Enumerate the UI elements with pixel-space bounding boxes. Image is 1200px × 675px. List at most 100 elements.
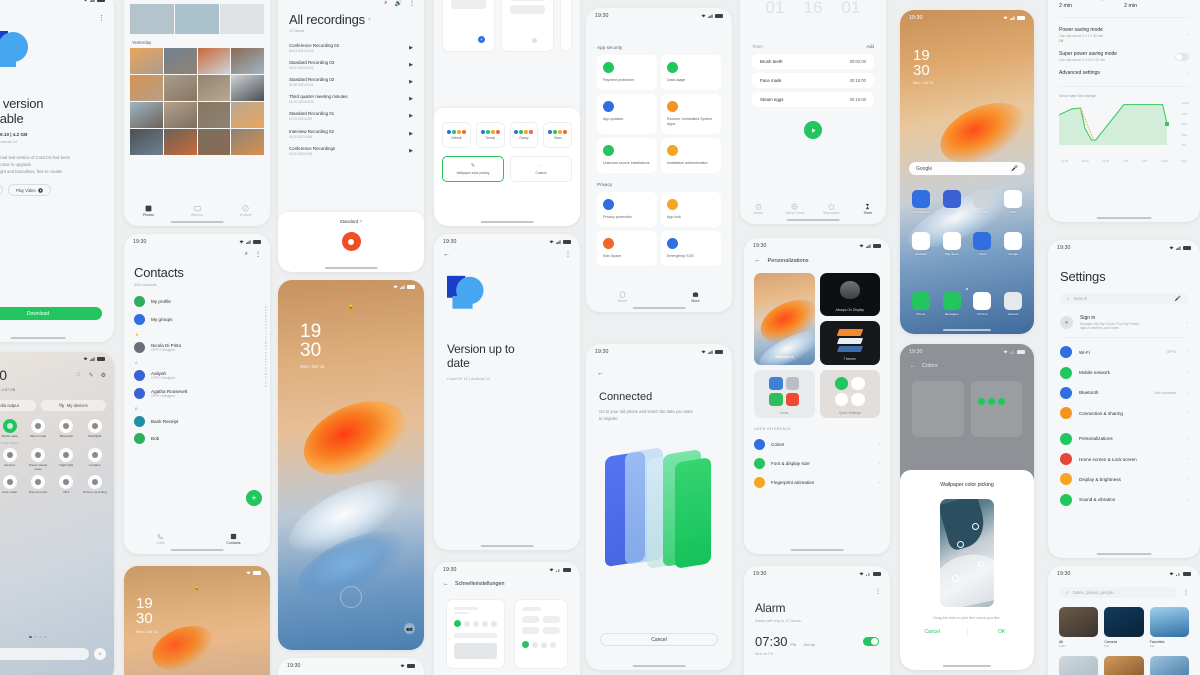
edit-icon[interactable]: ✎ bbox=[89, 372, 94, 379]
gallery-thumb[interactable] bbox=[197, 75, 231, 101]
app-security-card[interactable]: Recover Uninstalled System Apps bbox=[661, 94, 721, 135]
brightness-slider[interactable] bbox=[0, 648, 89, 660]
recording-row[interactable]: Standard Recording 01 07:20 2021/10/9 ▶ bbox=[289, 108, 413, 125]
recording-row[interactable]: Conference Recordings 01:20 2021/10/8 ▶ bbox=[289, 142, 413, 159]
media-output-button[interactable]: Media output bbox=[0, 400, 36, 411]
tab-more[interactable]: More bbox=[659, 291, 732, 303]
settings-item-sound-vibration[interactable]: Sound & vibration › bbox=[1060, 490, 1188, 510]
album-thumb[interactable] bbox=[1149, 656, 1189, 675]
sign-in-row[interactable]: ● Sign in Manage HeyTap Cloud, Find My P… bbox=[1048, 304, 1200, 330]
tab-photos[interactable]: Photos bbox=[124, 205, 173, 217]
contacts-index-letter[interactable]: # bbox=[265, 385, 266, 389]
photos-search-input[interactable]: ⌕ Dates, places, people... bbox=[1059, 587, 1177, 598]
home-app-messages[interactable]: Messages bbox=[939, 292, 965, 316]
contact-row[interactable]: Bob bbox=[134, 430, 260, 447]
tab-stopwatch[interactable]: Stopwatch bbox=[813, 203, 850, 215]
page-dot[interactable] bbox=[34, 635, 37, 638]
qs-tile-silent-mode[interactable]: Silent mode bbox=[25, 419, 51, 445]
recording-row[interactable]: Third quarter meeting minutes 01:20 2021/… bbox=[289, 91, 413, 108]
recording-row[interactable]: Standard Recording 02 01:26 2021/10/11 ▶ bbox=[289, 73, 413, 90]
contact-row[interactable]: My groups bbox=[134, 310, 260, 327]
cancel-button[interactable]: Cancel bbox=[600, 633, 718, 646]
playback-speed-icon[interactable]: 🔊 bbox=[395, 0, 402, 7]
gallery-thumb[interactable] bbox=[231, 75, 264, 101]
personalizations-row[interactable]: Fingerprint animation › bbox=[754, 473, 880, 492]
timer-digit[interactable]: 16 bbox=[804, 0, 823, 18]
home-app-google[interactable]: Google bbox=[1000, 232, 1026, 256]
battery-setting-row[interactable]: Advanced settings › bbox=[1059, 66, 1189, 80]
play-icon[interactable]: ▶ bbox=[409, 45, 413, 51]
play-icon[interactable]: ▶ bbox=[409, 79, 413, 85]
recording-row[interactable]: Conference Recording 02 00:24 2021/10/11 ▶ bbox=[289, 39, 413, 56]
qs-tile-screen-recording[interactable]: Screen recording bbox=[82, 474, 108, 495]
gallery-thumb[interactable] bbox=[197, 129, 231, 155]
home-indicator[interactable] bbox=[480, 545, 534, 547]
chevron-down-icon[interactable]: ▾ bbox=[368, 17, 371, 23]
home-indicator[interactable] bbox=[942, 329, 992, 331]
my-devices-button[interactable]: My devices bbox=[40, 400, 106, 411]
photo-album-favorites[interactable]: Favorites 332 bbox=[1149, 607, 1189, 648]
play-video-button[interactable]: Play Video bbox=[7, 184, 51, 197]
timer-digit[interactable]: 01 bbox=[842, 0, 861, 18]
colors-preview-2[interactable] bbox=[970, 381, 1022, 437]
tab-world-clock[interactable]: World Clock bbox=[777, 203, 814, 215]
contact-row[interactable]: Bank Receipt bbox=[134, 413, 260, 430]
contacts-index[interactable]: ☆ A B C D E F G H I J K L M N O P Q R S T U V W X Y Z # bbox=[265, 303, 267, 389]
color-dot-2[interactable] bbox=[957, 541, 964, 548]
play-icon[interactable]: ▶ bbox=[409, 131, 413, 137]
settings-item-home-screen-lock-screen[interactable]: Home screen & Lock screen › bbox=[1060, 449, 1188, 469]
home-indicator[interactable] bbox=[632, 665, 686, 667]
gallery-thumb[interactable] bbox=[175, 4, 219, 34]
gallery-thumb[interactable] bbox=[130, 48, 163, 74]
qs-tile-camera[interactable]: Camera bbox=[0, 447, 23, 472]
record-button[interactable] bbox=[341, 232, 361, 251]
theme-preset-trendy[interactable]: Trendy bbox=[475, 122, 505, 148]
tab-home[interactable]: Home bbox=[586, 290, 659, 303]
overflow-menu-icon[interactable]: ⋮ bbox=[409, 0, 415, 7]
timer-digit[interactable]: 01 bbox=[766, 0, 785, 18]
settings-item-bluetooth[interactable]: Bluetooth Not connected › bbox=[1060, 383, 1188, 403]
privacy-card[interactable]: Kids Space bbox=[597, 231, 657, 267]
timer-preset-row[interactable]: Face mask 00:15:00 bbox=[752, 73, 874, 88]
theme-option-custom[interactable]: ◌ Custom bbox=[510, 156, 572, 182]
home-app-chat[interactable]: Chat bbox=[970, 232, 996, 256]
app-security-card[interactable]: App updates bbox=[597, 94, 657, 135]
ok-button[interactable]: OK bbox=[970, 629, 1035, 635]
settings-search-input[interactable]: ⌕ Search 🎤 bbox=[1060, 293, 1188, 304]
album-thumb[interactable] bbox=[1059, 656, 1099, 675]
quick-settings-card[interactable]: Quick Settings bbox=[819, 370, 880, 418]
gallery-thumb[interactable] bbox=[163, 75, 197, 101]
settings-item-personalizations[interactable]: Personalizations › bbox=[1060, 429, 1188, 449]
app-security-card[interactable]: Data usage bbox=[661, 55, 721, 91]
home-indicator[interactable] bbox=[942, 665, 992, 667]
personalizations-row[interactable]: Font & display size › bbox=[754, 454, 880, 473]
tab-alarm[interactable]: Alarm bbox=[740, 203, 777, 215]
color-dot-1[interactable] bbox=[972, 523, 979, 530]
home-app-play-store[interactable]: Play Store bbox=[939, 232, 965, 256]
gallery-thumb[interactable] bbox=[130, 75, 163, 101]
play-icon[interactable]: ▶ bbox=[409, 113, 413, 119]
home-indicator[interactable] bbox=[786, 219, 840, 221]
qs-de-preview-1[interactable] bbox=[446, 599, 505, 669]
mic-icon[interactable]: 🎤 bbox=[1175, 296, 1181, 302]
colors-preview-1[interactable] bbox=[912, 381, 964, 437]
back-icon[interactable]: ← bbox=[910, 363, 916, 369]
download-button[interactable]: Download bbox=[0, 307, 102, 320]
theme-preset-classy[interactable]: Classy bbox=[509, 122, 539, 148]
app-security-card[interactable]: Unknown source installations bbox=[597, 138, 657, 174]
qs-tile-bluetooth[interactable]: Bluetooth bbox=[53, 419, 79, 445]
qs-tile-sound-record[interactable]: Sound record bbox=[25, 474, 51, 495]
home-indicator[interactable] bbox=[170, 549, 224, 551]
settings-item-wi-fi[interactable]: Wi-Fi OPPO › bbox=[1060, 342, 1188, 362]
mic-icon[interactable]: 🎤 bbox=[1011, 166, 1018, 172]
gear-icon[interactable]: ⚙ bbox=[101, 372, 106, 379]
timer-add-button[interactable]: Add bbox=[866, 44, 874, 49]
overflow-menu-icon[interactable]: ⋮ bbox=[565, 251, 571, 258]
home-indicator[interactable] bbox=[324, 267, 378, 269]
overflow-menu-icon[interactable]: ⋮ bbox=[875, 588, 881, 595]
gallery-thumb[interactable] bbox=[163, 48, 197, 74]
home-app-settings[interactable]: Settings bbox=[970, 190, 996, 214]
gallery-thumb[interactable] bbox=[130, 129, 163, 155]
search-icon[interactable]: ⌕ bbox=[245, 251, 248, 258]
color-dot-3[interactable] bbox=[978, 561, 984, 567]
